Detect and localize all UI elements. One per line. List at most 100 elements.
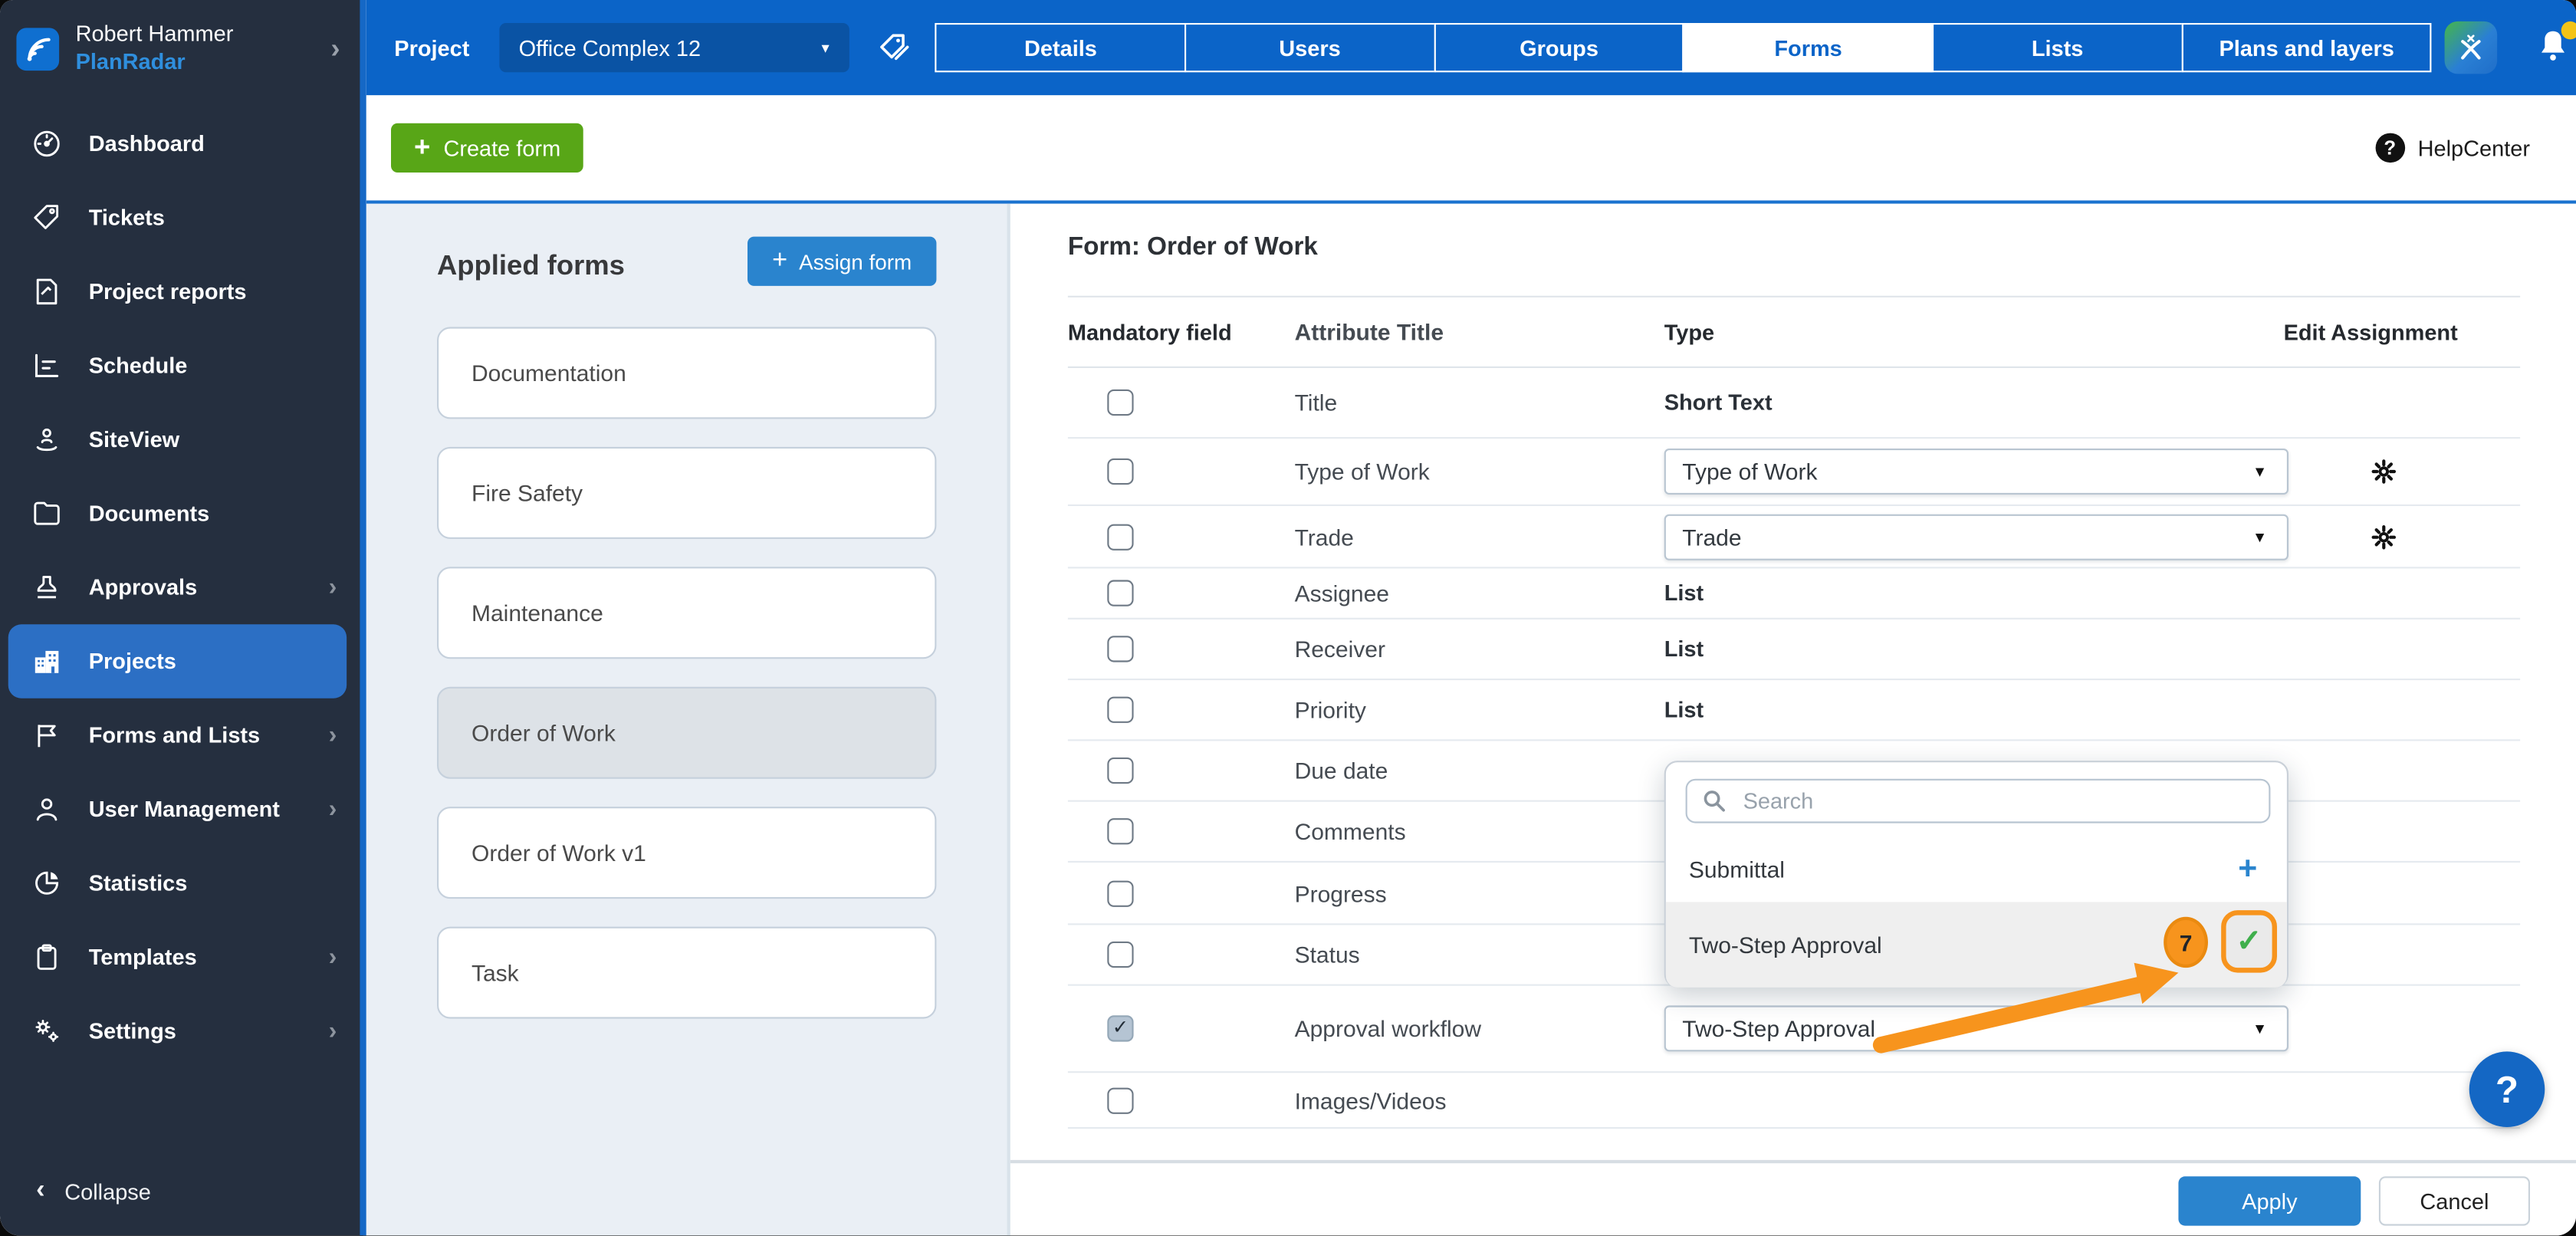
col-mandatory: Mandatory field xyxy=(1068,321,1232,345)
sidebar-item-label: Settings xyxy=(89,1019,176,1044)
mandatory-checkbox[interactable] xyxy=(1107,636,1133,662)
clipboard-icon xyxy=(31,942,63,973)
mandatory-checkbox[interactable] xyxy=(1107,1087,1133,1113)
mandatory-checkbox-checked[interactable] xyxy=(1107,1015,1133,1041)
cancel-button[interactable]: Cancel xyxy=(2379,1176,2530,1225)
form-card-task[interactable]: Task xyxy=(437,927,936,1019)
sidebar-item-siteview[interactable]: SiteView xyxy=(0,403,360,476)
plus-icon: + xyxy=(772,246,787,276)
chevron-down-icon: ▼ xyxy=(2252,528,2267,544)
form-card-fire-safety[interactable]: Fire Safety xyxy=(437,447,936,539)
sidebar-item-projects[interactable]: Projects xyxy=(8,624,347,698)
sidebar-item-dashboard[interactable]: Dashboard xyxy=(0,107,360,180)
col-attribute-title: Attribute Title xyxy=(1295,319,1444,345)
applied-forms-list: Documentation Fire Safety Maintenance Or… xyxy=(437,327,936,1047)
tab-groups[interactable]: Groups xyxy=(1434,23,1684,72)
tab-forms[interactable]: Forms xyxy=(1683,23,1934,72)
mandatory-checkbox[interactable] xyxy=(1107,758,1133,784)
chevron-down-icon: ▼ xyxy=(2252,1021,2267,1037)
table-row-priority: Priority List xyxy=(1068,680,2520,741)
sidebar-item-label: Tickets xyxy=(89,205,165,230)
mandatory-checkbox[interactable] xyxy=(1107,524,1133,550)
table-row-title: Title Short Text xyxy=(1068,368,2520,439)
flag-icon xyxy=(31,720,63,751)
sidebar: Robert Hammer PlanRadar › Dashboard Tick… xyxy=(0,0,366,1235)
form-card-maintenance[interactable]: Maintenance xyxy=(437,567,936,659)
apply-button[interactable]: Apply xyxy=(2178,1176,2361,1225)
project-select[interactable]: Office Complex 12 ▼ xyxy=(499,23,850,72)
mandatory-checkbox[interactable] xyxy=(1107,697,1133,723)
applied-forms-title: Applied forms xyxy=(437,250,625,283)
user-icon xyxy=(31,794,63,825)
sidebar-item-project-reports[interactable]: Project reports xyxy=(0,255,360,328)
planradar-logo-icon xyxy=(16,28,59,71)
sidebar-item-documents[interactable]: Documents xyxy=(0,476,360,550)
building-icon xyxy=(31,646,63,677)
tab-users[interactable]: Users xyxy=(1184,23,1435,72)
form-card-order-of-work-v1[interactable]: Order of Work v1 xyxy=(437,807,936,899)
sidebar-item-templates[interactable]: Templates › xyxy=(0,920,360,994)
account-switcher[interactable]: Robert Hammer PlanRadar › xyxy=(0,0,360,99)
plus-icon: + xyxy=(414,131,430,164)
col-edit-assignment: Edit Assignment xyxy=(2284,321,2458,345)
gear-icon[interactable] xyxy=(2369,521,2399,551)
mandatory-checkbox[interactable] xyxy=(1107,880,1133,906)
notification-dot xyxy=(2561,21,2576,40)
table-row-trade: Trade Trade ▼ xyxy=(1068,506,2520,568)
mandatory-checkbox[interactable] xyxy=(1107,580,1133,606)
sidebar-item-label: Statistics xyxy=(89,871,188,896)
type-select[interactable]: Trade ▼ xyxy=(1664,514,2288,560)
approval-workflow-select[interactable]: Two-Step Approval ▼ xyxy=(1664,1005,2288,1051)
tags-icon[interactable] xyxy=(876,30,912,66)
brand-name: PlanRadar xyxy=(76,49,234,77)
sidebar-collapse-button[interactable]: ‹ Collapse xyxy=(0,1160,360,1222)
sidebar-item-statistics[interactable]: Statistics xyxy=(0,846,360,920)
sidebar-item-settings[interactable]: Settings › xyxy=(0,994,360,1067)
sidebar-item-label: Approvals xyxy=(89,575,197,600)
sidebar-item-approvals[interactable]: Approvals › xyxy=(0,551,360,624)
chevron-down-icon: ▼ xyxy=(2252,463,2267,479)
helpcenter-link[interactable]: ? HelpCenter xyxy=(2375,133,2530,163)
popup-option-two-step-approval[interactable]: Two-Step Approval 7 ✓ xyxy=(1666,902,2287,987)
search-icon xyxy=(1702,789,1727,814)
sidebar-item-user-management[interactable]: User Management › xyxy=(0,772,360,846)
chevron-right-icon: › xyxy=(329,795,337,823)
tab-lists[interactable]: Lists xyxy=(1932,23,2183,72)
sidebar-item-label: Project reports xyxy=(89,279,247,304)
dashboard-icon xyxy=(31,128,63,159)
form-detail: Form: Order of Work Mandatory field Attr… xyxy=(1010,204,2576,1236)
connect-app-icon[interactable] xyxy=(2445,21,2497,74)
plus-icon[interactable]: + xyxy=(2238,850,2257,888)
project-tabs: Details Users Groups Forms Lists Plans a… xyxy=(935,23,2432,72)
sidebar-item-forms-and-lists[interactable]: Forms and Lists › xyxy=(0,699,360,772)
tab-plans-and-layers[interactable]: Plans and layers xyxy=(2181,23,2432,72)
mandatory-checkbox[interactable] xyxy=(1107,942,1133,968)
mandatory-checkbox[interactable] xyxy=(1107,459,1133,485)
sidebar-item-label: Documents xyxy=(89,501,210,526)
sidebar-item-tickets[interactable]: Tickets xyxy=(0,181,360,255)
floating-help-button[interactable]: ? xyxy=(2469,1051,2545,1127)
chevron-down-icon: ▼ xyxy=(819,41,832,55)
step-badge: 7 xyxy=(2164,917,2208,968)
mandatory-checkbox[interactable] xyxy=(1107,818,1133,844)
assign-form-button[interactable]: + Assign form xyxy=(748,237,936,286)
topbar: Project Office Complex 12 ▼ Details User… xyxy=(366,0,2576,95)
form-card-documentation[interactable]: Documentation xyxy=(437,327,936,419)
gear-icon[interactable] xyxy=(2369,457,2399,487)
chevron-right-icon: › xyxy=(329,943,337,971)
confirm-check-button[interactable]: ✓ xyxy=(2221,910,2277,972)
popup-search[interactable] xyxy=(1686,779,2271,823)
popup-option-submittal[interactable]: Submittal + xyxy=(1666,837,2287,902)
create-form-button[interactable]: + Create form xyxy=(391,123,583,173)
type-select[interactable]: Type of Work ▼ xyxy=(1664,449,2288,495)
chevron-right-icon: › xyxy=(330,33,340,66)
tab-details[interactable]: Details xyxy=(935,23,1186,72)
popup-search-input[interactable] xyxy=(1740,787,2216,814)
gears-icon xyxy=(31,1015,63,1047)
collapse-label: Collapse xyxy=(64,1179,151,1204)
mandatory-checkbox[interactable] xyxy=(1107,390,1133,416)
sidebar-item-label: Dashboard xyxy=(89,131,205,156)
notifications-bell-icon[interactable] xyxy=(2534,26,2576,69)
sidebar-item-schedule[interactable]: Schedule xyxy=(0,329,360,403)
form-card-order-of-work[interactable]: Order of Work xyxy=(437,687,936,779)
